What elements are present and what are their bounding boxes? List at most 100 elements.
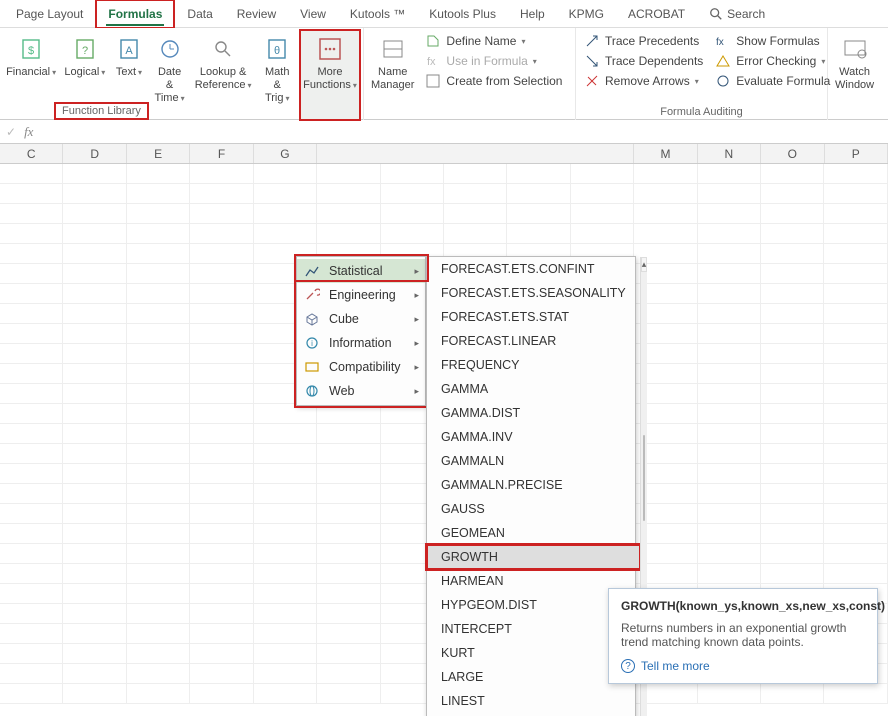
cell[interactable] (127, 424, 190, 444)
menu-information[interactable]: i Information▸ (297, 331, 425, 355)
btn-name-manager[interactable]: Name Manager (367, 30, 418, 92)
cell[interactable] (63, 544, 126, 564)
btn-more-functions[interactable]: More Functions▾ (300, 30, 360, 120)
cell[interactable] (824, 524, 887, 544)
cell[interactable] (824, 684, 887, 704)
cell[interactable] (761, 544, 824, 564)
cell[interactable] (698, 304, 761, 324)
cell[interactable] (761, 424, 824, 444)
col-header[interactable]: P (825, 144, 888, 163)
cell[interactable] (127, 564, 190, 584)
cell[interactable] (444, 204, 507, 224)
cell[interactable] (698, 484, 761, 504)
cell[interactable] (698, 224, 761, 244)
cell[interactable] (63, 324, 126, 344)
cell[interactable] (761, 384, 824, 404)
cell[interactable] (634, 164, 697, 184)
function-item-gammaln-precise[interactable]: GAMMALN.PRECISE (427, 473, 640, 497)
cell[interactable] (254, 524, 317, 544)
cell[interactable] (444, 164, 507, 184)
cell[interactable] (63, 184, 126, 204)
cell[interactable] (63, 584, 126, 604)
cell[interactable] (761, 184, 824, 204)
cell[interactable] (0, 424, 63, 444)
cell[interactable] (824, 364, 887, 384)
cell[interactable] (0, 584, 63, 604)
cell[interactable] (127, 604, 190, 624)
cell[interactable] (63, 164, 126, 184)
menu-web[interactable]: Web▸ (297, 379, 425, 403)
cell[interactable] (381, 204, 444, 224)
cell[interactable] (190, 684, 253, 704)
cell[interactable] (127, 684, 190, 704)
cell[interactable] (0, 444, 63, 464)
cell[interactable] (698, 284, 761, 304)
cell[interactable] (698, 404, 761, 424)
cell[interactable] (0, 184, 63, 204)
cell[interactable] (190, 304, 253, 324)
cell[interactable] (698, 524, 761, 544)
menu-compatibility[interactable]: Compatibility▸ (297, 355, 425, 379)
cell[interactable] (761, 264, 824, 284)
btn-financial[interactable]: $ Financial▾ (3, 30, 59, 120)
cell[interactable] (761, 564, 824, 584)
cell[interactable] (0, 244, 63, 264)
cell[interactable] (190, 504, 253, 524)
cell[interactable] (190, 164, 253, 184)
cell[interactable] (698, 244, 761, 264)
cell[interactable] (761, 204, 824, 224)
cell[interactable] (824, 564, 887, 584)
cell[interactable] (761, 684, 824, 704)
cell[interactable] (0, 284, 63, 304)
col-header[interactable]: M (634, 144, 697, 163)
cell[interactable] (127, 404, 190, 424)
cell[interactable] (127, 244, 190, 264)
cell[interactable] (761, 444, 824, 464)
cell[interactable] (761, 344, 824, 364)
cell[interactable] (63, 644, 126, 664)
cell[interactable] (317, 444, 380, 464)
cell[interactable] (63, 564, 126, 584)
cell[interactable] (190, 484, 253, 504)
cell[interactable] (190, 524, 253, 544)
cell[interactable] (0, 364, 63, 384)
cell[interactable] (0, 644, 63, 664)
cell[interactable] (698, 544, 761, 564)
function-item-gamma-dist[interactable]: GAMMA.DIST (427, 401, 640, 425)
cell[interactable] (761, 224, 824, 244)
cell[interactable] (254, 184, 317, 204)
cell[interactable] (254, 164, 317, 184)
cell[interactable] (317, 184, 380, 204)
cell[interactable] (824, 404, 887, 424)
cell[interactable] (824, 164, 887, 184)
cell[interactable] (317, 164, 380, 184)
cell[interactable] (63, 604, 126, 624)
function-item-gauss[interactable]: GAUSS (427, 497, 640, 521)
cell[interactable] (127, 204, 190, 224)
btn-show-formulas[interactable]: fxShow Formulas (712, 32, 833, 50)
cell[interactable] (824, 244, 887, 264)
cell[interactable] (254, 684, 317, 704)
cell[interactable] (507, 164, 570, 184)
cell[interactable] (63, 224, 126, 244)
cell[interactable] (698, 424, 761, 444)
cell[interactable] (634, 184, 697, 204)
cell[interactable] (0, 524, 63, 544)
cell[interactable] (0, 344, 63, 364)
cell[interactable] (254, 644, 317, 664)
cell[interactable] (127, 304, 190, 324)
cell[interactable] (317, 224, 380, 244)
cell[interactable] (254, 504, 317, 524)
cell[interactable] (0, 264, 63, 284)
btn-trace-dependents[interactable]: Trace Dependents (581, 52, 706, 70)
fx-label[interactable]: fx (24, 124, 33, 140)
cell[interactable] (63, 664, 126, 684)
cell[interactable] (254, 404, 317, 424)
cell[interactable] (127, 524, 190, 544)
cell[interactable] (698, 324, 761, 344)
cell[interactable] (824, 284, 887, 304)
cell[interactable] (317, 564, 380, 584)
cell[interactable] (190, 324, 253, 344)
cell[interactable] (571, 164, 634, 184)
cell[interactable] (63, 684, 126, 704)
